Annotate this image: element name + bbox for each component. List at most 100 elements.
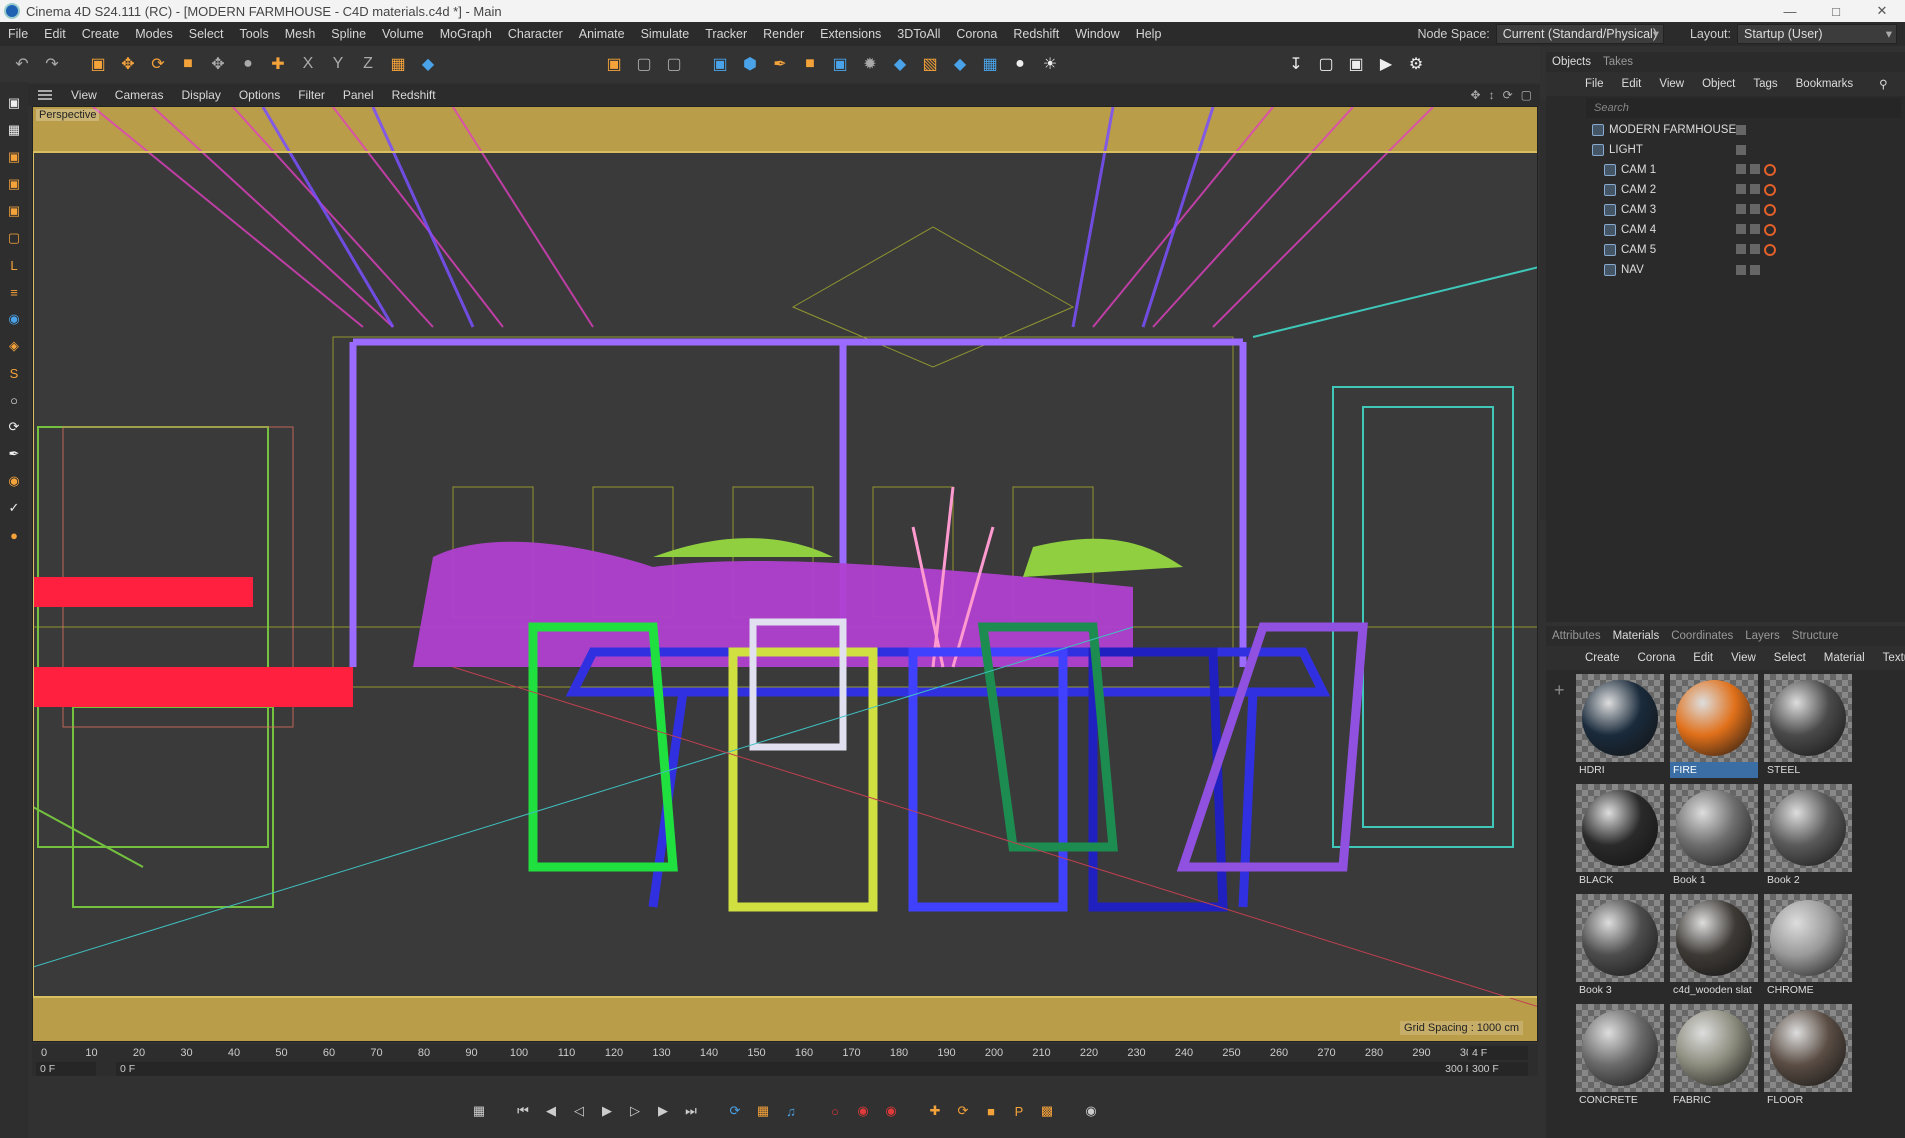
x-axis-icon[interactable]: X [296, 52, 320, 76]
floor-icon[interactable]: ▦ [978, 52, 1002, 76]
menu-character[interactable]: Character [500, 27, 571, 41]
transform-icon[interactable]: ✥ [206, 52, 230, 76]
objects-menu-object[interactable]: Object [1693, 78, 1744, 90]
tab-objects[interactable]: Objects [1546, 56, 1597, 68]
live-selection-icon[interactable]: ▣ [86, 52, 110, 76]
material-swatch[interactable]: CONCRETE [1576, 1004, 1664, 1110]
materials-menu-view[interactable]: View [1722, 652, 1765, 664]
uv-mode-icon[interactable]: ▢ [3, 227, 25, 249]
redo-icon[interactable]: ↷ [40, 52, 64, 76]
axis-mode-icon[interactable]: L [3, 254, 25, 276]
menu-edit[interactable]: Edit [36, 27, 74, 41]
tab-takes[interactable]: Takes [1597, 56, 1639, 68]
timeline-ruler[interactable]: 0 10 20 30 40 50 60 70 80 90 100 110 120 130 140 150 160… [41, 1044, 1478, 1062]
y-axis-icon[interactable]: Y [326, 52, 350, 76]
viewport-menu-filter[interactable]: Filter [289, 88, 334, 102]
snap-icon[interactable]: ◆ [416, 52, 440, 76]
key-param-icon[interactable]: P [1008, 1100, 1030, 1122]
menu-spline[interactable]: Spline [323, 27, 374, 41]
placement-icon[interactable]: ● [236, 52, 260, 76]
undo-icon[interactable]: ↶ [10, 52, 34, 76]
knife-icon[interactable]: ✓ [3, 497, 25, 519]
protection-tag-icon[interactable] [1764, 204, 1776, 216]
viewport-zoom-icon[interactable]: ↕ [1489, 88, 1495, 102]
object-row[interactable]: CAM 5 [1586, 240, 1905, 260]
object-row[interactable]: MODERN FARMHOUSE [1586, 120, 1905, 140]
go-to-start-icon[interactable]: ⏮ [512, 1100, 534, 1122]
menu-extensions[interactable]: Extensions [812, 27, 889, 41]
menu-animate[interactable]: Animate [571, 27, 633, 41]
tab-coordinates[interactable]: Coordinates [1665, 630, 1739, 642]
minimize-button[interactable]: — [1767, 0, 1813, 22]
materials-menu-material[interactable]: Material [1815, 652, 1874, 664]
spiral-icon[interactable]: ⟳ [3, 416, 25, 438]
objects-menu-tags[interactable]: Tags [1744, 78, 1786, 90]
materials-menu-texture[interactable]: Texture [1874, 652, 1905, 664]
material-swatch[interactable]: Book 2 [1764, 784, 1852, 890]
viewport-menu-view[interactable]: View [62, 88, 106, 102]
menu-corona[interactable]: Corona [948, 27, 1005, 41]
viewport-rotate-icon[interactable]: ⟳ [1503, 88, 1513, 102]
objects-menu-bookmarks[interactable]: Bookmarks [1787, 78, 1863, 90]
materials-menu-edit[interactable]: Edit [1684, 652, 1722, 664]
subdivision-icon[interactable]: ■ [798, 52, 822, 76]
primitive-cube-icon[interactable]: ⬢ [738, 52, 762, 76]
material-swatch[interactable]: CHROME [1764, 894, 1852, 1000]
maximize-button[interactable]: □ [1813, 0, 1859, 22]
key-pla-icon[interactable]: ▩ [1036, 1100, 1058, 1122]
lock-icon[interactable]: ○ [3, 389, 25, 411]
snapping-icon[interactable]: ◉ [3, 308, 25, 330]
next-frame-icon[interactable]: ▷ [624, 1100, 646, 1122]
extra-tool-icon[interactable]: ● [3, 524, 25, 546]
camera-icon[interactable]: ● [1008, 52, 1032, 76]
add-material-icon[interactable]: + [1554, 680, 1565, 701]
paint-icon[interactable]: ◈ [3, 335, 25, 357]
key-position-icon[interactable]: ✚ [924, 1100, 946, 1122]
field-icon[interactable]: ▧ [918, 52, 942, 76]
search-icon[interactable]: ⚲ [1870, 77, 1896, 91]
viewport-menu-options[interactable]: Options [230, 88, 289, 102]
menu-render[interactable]: Render [755, 27, 812, 41]
cloner-icon[interactable]: ✹ [858, 52, 882, 76]
cube-icon[interactable]: ▣ [708, 52, 732, 76]
render-active-view-icon[interactable]: ▢ [1314, 52, 1338, 76]
viewport-move-icon[interactable]: ✥ [1471, 88, 1481, 102]
min-frame-field[interactable]: 0 F [116, 1062, 1416, 1076]
menu-redshift[interactable]: Redshift [1005, 27, 1067, 41]
protection-tag-icon[interactable] [1764, 244, 1776, 256]
end-frame-field[interactable]: 300 F [1416, 1062, 1476, 1076]
render-view-icon[interactable]: ▢ [632, 52, 656, 76]
pen-icon[interactable]: ✒ [768, 52, 792, 76]
autokey-icon[interactable]: ◉ [880, 1100, 902, 1122]
layout-dropdown[interactable]: Startup (User) [1737, 24, 1897, 44]
loop-icon[interactable]: ⟳ [724, 1100, 746, 1122]
extrude-icon[interactable]: ▣ [828, 52, 852, 76]
menu-3dtoall[interactable]: 3DToAll [889, 27, 948, 41]
menu-help[interactable]: Help [1128, 27, 1170, 41]
menu-tracker[interactable]: Tracker [697, 27, 755, 41]
objects-search-input[interactable]: Search [1586, 98, 1901, 118]
model-mode-icon[interactable]: ▣ [3, 92, 25, 114]
previous-key-icon[interactable]: ◀ [540, 1100, 562, 1122]
viewport-menu-display[interactable]: Display [172, 88, 229, 102]
timeline[interactable]: 0 10 20 30 40 50 60 70 80 90 100 110 120 130 140 150 160… [32, 1044, 1538, 1076]
menu-mesh[interactable]: Mesh [277, 27, 324, 41]
material-swatch[interactable]: STEEL [1764, 674, 1852, 780]
object-row[interactable]: CAM 2 [1586, 180, 1905, 200]
sound-icon[interactable]: ♫ [780, 1100, 802, 1122]
menu-modes[interactable]: Modes [127, 27, 181, 41]
menu-window[interactable]: Window [1067, 27, 1127, 41]
scene-icon[interactable]: ◆ [948, 52, 972, 76]
protection-tag-icon[interactable] [1764, 164, 1776, 176]
viewport-menu-panel[interactable]: Panel [334, 88, 383, 102]
material-swatch[interactable]: FIRE [1670, 674, 1758, 780]
viewport-maximize-icon[interactable]: ▢ [1521, 88, 1532, 102]
previous-frame-icon[interactable]: ◁ [568, 1100, 590, 1122]
home-icon[interactable]: ⌂ [1897, 78, 1905, 90]
menu-select[interactable]: Select [181, 27, 232, 41]
material-swatch[interactable]: HDRI [1576, 674, 1664, 780]
objects-menu-file[interactable]: File [1576, 78, 1613, 90]
play-icon[interactable]: ▶ [596, 1100, 618, 1122]
material-swatch[interactable]: BLACK [1576, 784, 1664, 890]
objects-menu-edit[interactable]: Edit [1613, 78, 1651, 90]
